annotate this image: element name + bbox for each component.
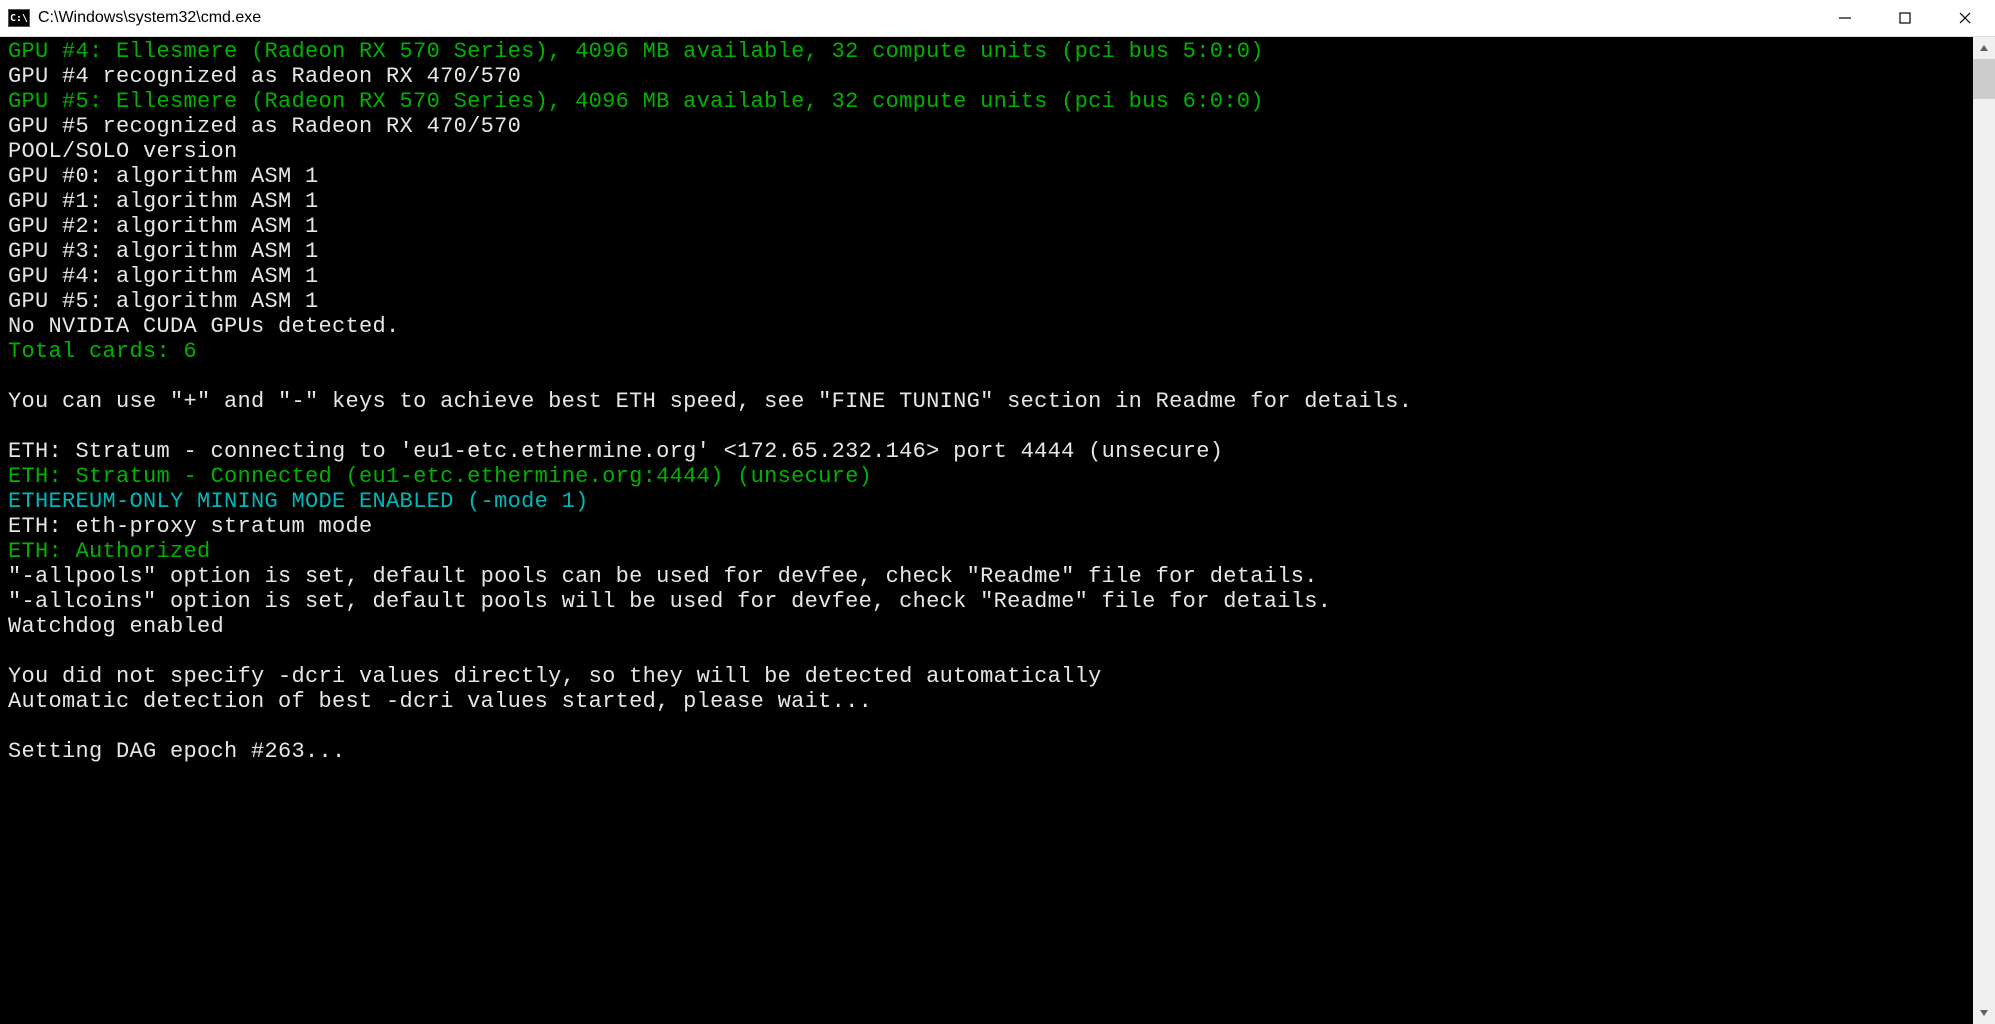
terminal-line: GPU #1: algorithm ASM 1 [8, 189, 319, 214]
scrollbar[interactable] [1973, 37, 1995, 1024]
content-area: GPU #4: Ellesmere (Radeon RX 570 Series)… [0, 37, 1995, 1024]
terminal-line: You did not specify -dcri values directl… [8, 664, 1102, 689]
maximize-button[interactable] [1875, 0, 1935, 36]
terminal-line: GPU #4: Ellesmere (Radeon RX 570 Series)… [8, 39, 1264, 64]
terminal-line: GPU #2: algorithm ASM 1 [8, 214, 319, 239]
terminal-line: You can use "+" and "-" keys to achieve … [8, 389, 1412, 414]
terminal-line: No NVIDIA CUDA GPUs detected. [8, 314, 400, 339]
cmd-icon: C:\ [8, 9, 30, 27]
titlebar[interactable]: C:\ C:\Windows\system32\cmd.exe [0, 0, 1995, 37]
terminal-line: GPU #5 recognized as Radeon RX 470/570 [8, 114, 521, 139]
minimize-icon [1838, 11, 1852, 25]
terminal-line: GPU #3: algorithm ASM 1 [8, 239, 319, 264]
terminal-line: GPU #0: algorithm ASM 1 [8, 164, 319, 189]
scroll-down-button[interactable] [1973, 1002, 1995, 1024]
terminal-line: GPU #4: algorithm ASM 1 [8, 264, 319, 289]
scroll-thumb[interactable] [1973, 59, 1995, 99]
terminal-line: Setting DAG epoch #263... [8, 739, 346, 764]
terminal-line: "-allcoins" option is set, default pools… [8, 589, 1331, 614]
terminal-line: ETH: Authorized [8, 539, 211, 564]
terminal-output[interactable]: GPU #4: Ellesmere (Radeon RX 570 Series)… [0, 37, 1973, 1024]
terminal-line: GPU #5: Ellesmere (Radeon RX 570 Series)… [8, 89, 1264, 114]
chevron-up-icon [1979, 43, 1989, 53]
terminal-line: Automatic detection of best -dcri values… [8, 689, 872, 714]
cmd-window: C:\ C:\Windows\system32\cmd.exe GPU #4: … [0, 0, 1995, 1024]
close-button[interactable] [1935, 0, 1995, 36]
terminal-line: ETHEREUM-ONLY MINING MODE ENABLED (-mode… [8, 489, 589, 514]
chevron-down-icon [1979, 1008, 1989, 1018]
scroll-track[interactable] [1973, 59, 1995, 1002]
terminal-line: ETH: Stratum - Connected (eu1-etc.etherm… [8, 464, 872, 489]
window-controls [1815, 0, 1995, 36]
terminal-line: Total cards: 6 [8, 339, 197, 364]
terminal-line: GPU #4 recognized as Radeon RX 470/570 [8, 64, 521, 89]
minimize-button[interactable] [1815, 0, 1875, 36]
maximize-icon [1898, 11, 1912, 25]
close-icon [1958, 11, 1972, 25]
terminal-line: POOL/SOLO version [8, 139, 238, 164]
window-title: C:\Windows\system32\cmd.exe [38, 9, 1815, 27]
terminal-line: Watchdog enabled [8, 614, 224, 639]
scroll-up-button[interactable] [1973, 37, 1995, 59]
terminal-line: ETH: Stratum - connecting to 'eu1-etc.et… [8, 439, 1223, 464]
terminal-line: GPU #5: algorithm ASM 1 [8, 289, 319, 314]
terminal-line: "-allpools" option is set, default pools… [8, 564, 1318, 589]
terminal-line: ETH: eth-proxy stratum mode [8, 514, 373, 539]
